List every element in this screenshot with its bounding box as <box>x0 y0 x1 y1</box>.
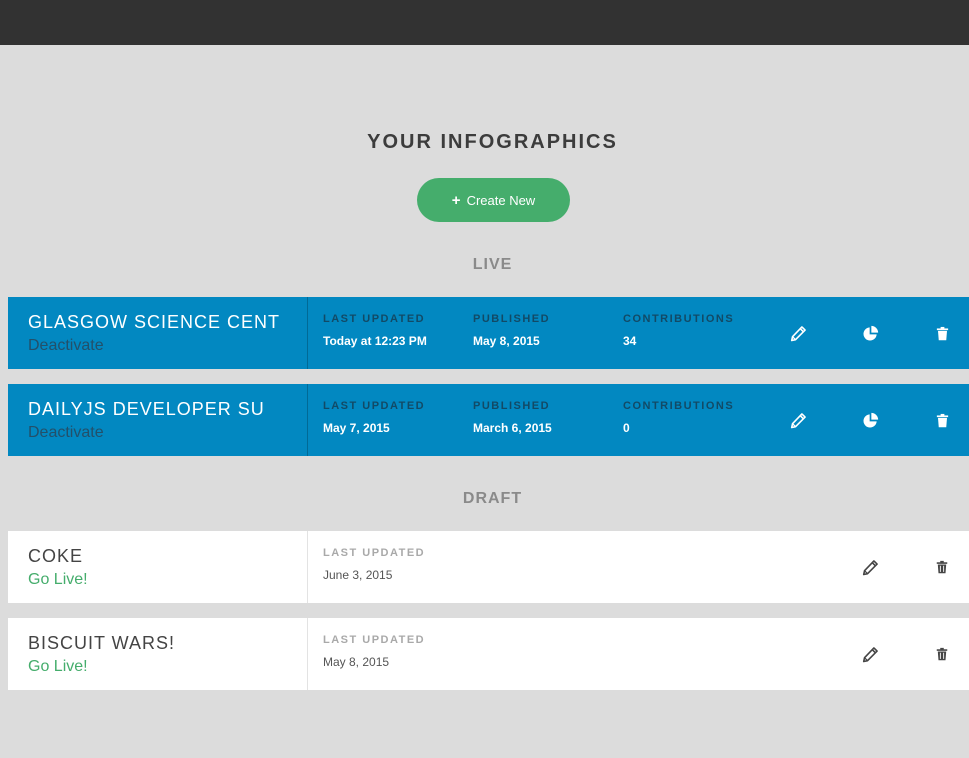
card-title-block: DAILYJS DEVELOPER SU Deactivate <box>8 384 308 456</box>
pencil-icon[interactable] <box>858 555 882 579</box>
last-updated-label: LAST UPDATED <box>323 400 426 412</box>
create-new-button[interactable]: + Create New <box>417 178 570 222</box>
trash-icon[interactable] <box>930 555 954 579</box>
last-updated-label: LAST UPDATED <box>323 547 426 559</box>
live-section-heading: LIVE <box>472 256 513 273</box>
contributions-stat: CONTRIBUTIONS 0 <box>623 400 734 435</box>
top-navigation-bar <box>0 0 969 45</box>
last-updated-value: May 8, 2015 <box>323 655 390 669</box>
deactivate-link[interactable]: Deactivate <box>28 424 104 442</box>
published-value: May 8, 2015 <box>473 334 540 348</box>
trash-icon[interactable] <box>930 642 954 666</box>
go-live-link[interactable]: Go Live! <box>28 571 88 589</box>
page-title: YOUR INFOGRAPHICS <box>367 131 618 153</box>
create-new-label: Create New <box>466 192 536 208</box>
draft-infographic-card: BISCUIT WARS! Go Live! LAST UPDATED May … <box>8 618 969 690</box>
last-updated-stat: LAST UPDATED Today at 12:23 PM <box>323 313 427 348</box>
last-updated-stat: LAST UPDATED June 3, 2015 <box>323 547 425 582</box>
contributions-stat: CONTRIBUTIONS 34 <box>623 313 734 348</box>
contributions-label: CONTRIBUTIONS <box>623 313 735 325</box>
draft-infographic-card: COKE Go Live! LAST UPDATED June 3, 2015 <box>8 531 969 603</box>
contributions-label: CONTRIBUTIONS <box>623 400 735 412</box>
pencil-icon[interactable] <box>786 321 810 345</box>
last-updated-label: LAST UPDATED <box>323 313 426 325</box>
pie-chart-icon[interactable] <box>858 321 882 345</box>
infographic-title: BISCUIT WARS! <box>28 633 176 653</box>
last-updated-stat: LAST UPDATED May 7, 2015 <box>323 400 425 435</box>
last-updated-value: Today at 12:23 PM <box>323 334 427 348</box>
live-infographic-card: DAILYJS DEVELOPER SU Deactivate LAST UPD… <box>8 384 969 456</box>
published-stat: PUBLISHED May 8, 2015 <box>473 313 550 348</box>
go-live-link[interactable]: Go Live! <box>28 658 88 676</box>
last-updated-value: May 7, 2015 <box>323 421 390 435</box>
contributions-value: 34 <box>623 334 637 348</box>
card-title-block: BISCUIT WARS! Go Live! <box>8 618 308 690</box>
published-stat: PUBLISHED March 6, 2015 <box>473 400 552 435</box>
pencil-icon[interactable] <box>858 642 882 666</box>
pie-chart-icon[interactable] <box>858 408 882 432</box>
deactivate-link[interactable]: Deactivate <box>28 337 104 355</box>
card-title-block: COKE Go Live! <box>8 531 308 603</box>
published-label: PUBLISHED <box>473 313 551 325</box>
trash-icon[interactable] <box>930 321 954 345</box>
contributions-value: 0 <box>623 421 630 435</box>
trash-icon[interactable] <box>930 408 954 432</box>
last-updated-label: LAST UPDATED <box>323 634 426 646</box>
live-infographic-card: GLASGOW SCIENCE CENT Deactivate LAST UPD… <box>8 297 969 369</box>
infographic-title: COKE <box>28 546 84 566</box>
last-updated-stat: LAST UPDATED May 8, 2015 <box>323 634 425 669</box>
published-value: March 6, 2015 <box>473 421 552 435</box>
draft-section-heading: DRAFT <box>462 490 523 507</box>
infographic-title: GLASGOW SCIENCE CENT <box>28 312 281 332</box>
plus-icon: + <box>451 191 461 209</box>
last-updated-value: June 3, 2015 <box>323 568 393 582</box>
card-title-block: GLASGOW SCIENCE CENT Deactivate <box>8 297 308 369</box>
pencil-icon[interactable] <box>786 408 810 432</box>
infographic-title: DAILYJS DEVELOPER SU <box>28 399 265 419</box>
published-label: PUBLISHED <box>473 400 551 412</box>
